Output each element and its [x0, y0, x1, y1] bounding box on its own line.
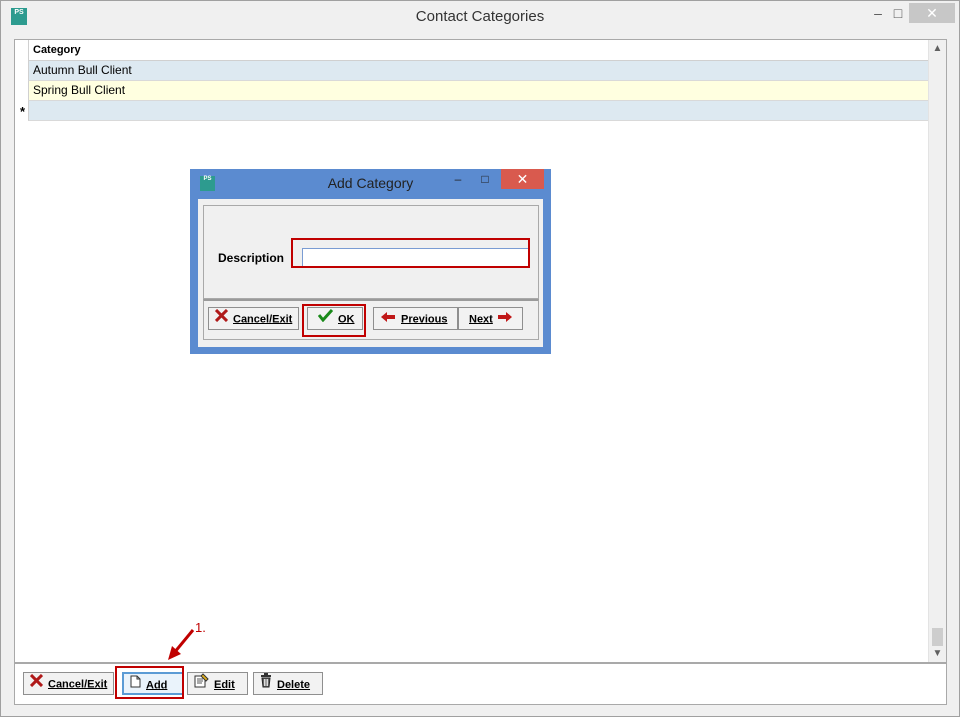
scroll-thumb[interactable]	[932, 628, 943, 646]
right-arrow-icon	[497, 308, 513, 331]
scroll-down-arrow-icon[interactable]: ▼	[929, 645, 946, 662]
edit-label: Edit	[214, 678, 235, 691]
dialog-cancel-exit-button[interactable]: Cancel/Exit	[208, 307, 299, 330]
ok-button-highlight	[302, 304, 366, 337]
trash-can-icon	[260, 673, 272, 697]
dialog-minimize-button[interactable]: –	[445, 169, 471, 189]
dialog-previous-label: Previous	[401, 313, 448, 326]
dialog-next-button[interactable]: Next	[458, 307, 523, 330]
step-annotation-label: 1.	[195, 620, 206, 635]
edit-button[interactable]: Edit	[187, 672, 248, 695]
vertical-scrollbar[interactable]: ▲ ▼	[928, 40, 946, 662]
table-row[interactable]: Autumn Bull Client	[28, 61, 928, 81]
annotation-arrow-icon	[166, 628, 196, 662]
title-bar: PS Contact Categories – □ ✕	[1, 1, 959, 33]
description-label: Description	[218, 251, 285, 265]
contact-categories-window: PS Contact Categories – □ ✕ Category Aut…	[0, 0, 960, 717]
dialog-cancel-exit-label: Cancel/Exit	[233, 313, 293, 326]
edit-document-icon	[194, 673, 209, 697]
dialog-next-label: Next	[469, 313, 493, 326]
table-row[interactable]: Spring Bull Client	[28, 81, 928, 101]
delete-label: Delete	[277, 678, 311, 691]
column-header-category[interactable]: Category	[28, 40, 928, 61]
dialog-body: Description Cancel/Exit OK Previous Next	[198, 199, 543, 347]
delete-button[interactable]: Delete	[253, 672, 323, 695]
left-arrow-icon	[380, 308, 396, 331]
cancel-x-icon	[29, 673, 44, 696]
window-title: Contact Categories	[415, 8, 545, 25]
scroll-up-arrow-icon[interactable]: ▲	[929, 40, 946, 57]
cancel-x-icon	[214, 308, 229, 331]
cancel-exit-button[interactable]: Cancel/Exit	[23, 672, 114, 695]
category-grid[interactable]: Category Autumn Bull Client Spring Bull …	[28, 40, 928, 121]
dialog-maximize-button[interactable]: □	[472, 169, 498, 189]
cancel-exit-label: Cancel/Exit	[48, 678, 108, 691]
close-button[interactable]: ✕	[909, 3, 955, 23]
new-row[interactable]	[28, 101, 928, 121]
dialog-button-bar: Cancel/Exit OK Previous Next	[203, 299, 539, 340]
dialog-close-button[interactable]: ✕	[501, 169, 544, 189]
dialog-previous-button[interactable]: Previous	[373, 307, 458, 330]
description-input-highlight	[291, 238, 530, 268]
new-row-marker: *	[20, 104, 26, 119]
add-button-highlight	[115, 666, 184, 699]
